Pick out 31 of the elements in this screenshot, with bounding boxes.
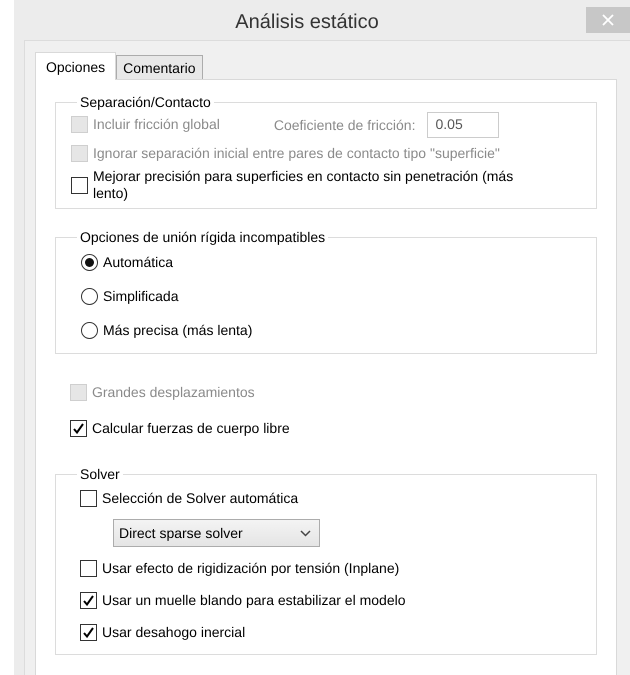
checkbox-label: Incluir fricción global: [93, 116, 220, 133]
checkbox[interactable]: [80, 490, 97, 506]
checkbox-label: Usar efecto de rigidización por tensión (Inplane): [102, 560, 400, 576]
tab[interactable]: Comentario: [116, 55, 203, 79]
radio-button[interactable]: [81, 254, 98, 270]
checkbox[interactable]: [80, 592, 97, 608]
solver-dropdown[interactable]: Direct sparse solver: [113, 519, 320, 547]
checkbox-label: Usar desahogo inercial: [102, 624, 246, 640]
group-title: Opciones de unión rígida incompatibles: [79, 229, 326, 245]
checkbox-label: Usar un muelle blando para estabilizar el modelo: [102, 592, 406, 608]
group-title: Solver: [79, 466, 121, 482]
chevron-down-icon: [300, 530, 311, 536]
checkbox[interactable]: [70, 420, 87, 436]
radio-label: Más precisa (más lenta): [103, 322, 252, 338]
tab[interactable]: Opciones: [35, 52, 116, 80]
checkbox-label: Grandes desplazamientos: [92, 384, 255, 400]
field-label: Coeficiente de fricción:: [274, 116, 416, 132]
radio-label: Automática: [103, 254, 174, 270]
window-title: Análisis estático: [235, 10, 379, 34]
checkbox-label: Mejorar precisión para superficies en contacto sin penetración (más lento): [93, 168, 514, 202]
radio-button[interactable]: [81, 288, 98, 304]
checkbox[interactable]: [80, 624, 97, 640]
checkbox[interactable]: [80, 560, 97, 576]
close-icon: [602, 14, 614, 26]
radio-label: Simplificada: [103, 288, 178, 304]
checkbox-label: Selección de Solver automática: [102, 490, 298, 506]
group-title: Separación/Contacto: [79, 94, 212, 110]
checkbox-label: Calcular fuerzas de cuerpo libre: [92, 420, 290, 436]
checkbox-label: Ignorar separación inicial entre pares de contacto tipo "superficie": [93, 145, 500, 162]
radio-button[interactable]: [81, 322, 98, 338]
checkbox[interactable]: [71, 176, 88, 194]
